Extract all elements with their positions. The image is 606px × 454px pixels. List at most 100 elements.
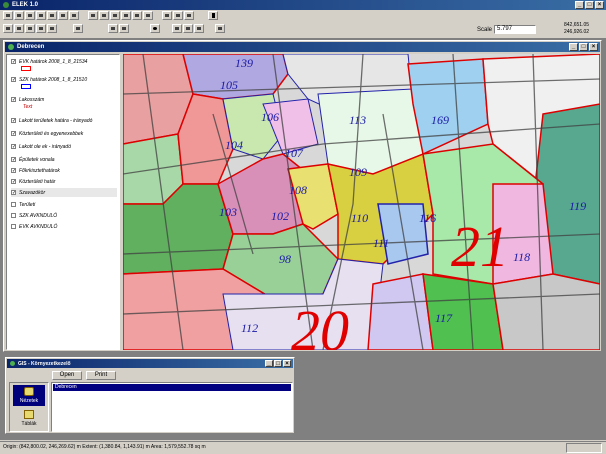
layer-checkbox[interactable]: ✓ bbox=[11, 157, 16, 163]
tool-zoom-in-2[interactable] bbox=[108, 24, 118, 33]
district-label: 98 bbox=[279, 252, 291, 266]
scale-input[interactable]: 5.797 bbox=[494, 25, 536, 34]
maximize-button[interactable]: □ bbox=[585, 1, 594, 9]
tool-layout[interactable] bbox=[215, 24, 225, 33]
tool-paste[interactable] bbox=[58, 11, 68, 20]
tool-zoom-layer[interactable] bbox=[99, 11, 109, 20]
document-list: Debrecen bbox=[51, 382, 293, 432]
gis-window-title-bar: GIS - Környezetkezelő _ □ × bbox=[7, 359, 293, 368]
legend-panel: ✓ EVK határok 2008_1_8_21534 ✓ SZK határok… bbox=[6, 54, 120, 350]
district-label-large: 20 bbox=[291, 298, 349, 350]
tool-select[interactable] bbox=[162, 11, 172, 20]
tool-help[interactable] bbox=[184, 11, 194, 20]
layer-checkbox[interactable]: ✓ bbox=[11, 131, 16, 137]
tool-pointer[interactable] bbox=[3, 24, 13, 33]
layer-item[interactable]: EVK AVKNDULÓ bbox=[11, 222, 57, 231]
layer-item[interactable]: ✓ SZK határok 2008_1_8_21510 bbox=[11, 75, 87, 84]
layer-checkbox[interactable] bbox=[11, 202, 16, 207]
tool-run[interactable] bbox=[208, 11, 218, 20]
layer-checkbox[interactable]: ✓ bbox=[11, 59, 16, 65]
map-close-button[interactable]: × bbox=[589, 43, 598, 51]
tool-label[interactable] bbox=[172, 24, 182, 33]
map-canvas[interactable]: 139 105 106 104 107 113 169 109 108 103 … bbox=[123, 54, 600, 350]
coord-x: 842,651.05 bbox=[564, 22, 590, 28]
map-svg: 139 105 106 104 107 113 169 109 108 103 … bbox=[123, 54, 600, 350]
layer-checkbox[interactable]: ✓ bbox=[11, 190, 16, 196]
layer-item-selected[interactable]: ✓ Szavazókör bbox=[11, 188, 117, 197]
layer-checkbox[interactable]: ✓ bbox=[11, 97, 16, 103]
tool-copy[interactable] bbox=[47, 11, 57, 20]
layer-checkbox[interactable]: ✓ bbox=[11, 144, 16, 150]
layer-item[interactable]: SZK AVKNDULÓ bbox=[11, 211, 57, 220]
district-label: 113 bbox=[349, 113, 366, 127]
layer-item[interactable]: ✓ Lakosszám bbox=[11, 95, 44, 104]
tables-tab[interactable]: Táblák bbox=[13, 408, 45, 429]
layer-checkbox[interactable]: ✓ bbox=[11, 118, 16, 124]
map-window-title-bar: Debrecen _ □ × bbox=[5, 42, 600, 52]
tool-zoom-in[interactable] bbox=[121, 11, 131, 20]
open-button[interactable]: Open bbox=[52, 371, 82, 380]
map-window: Debrecen _ □ × ✓ EVK határok 2008_1_8_215… bbox=[3, 40, 602, 352]
tool-zoom-out[interactable] bbox=[132, 11, 142, 20]
district-label: 109 bbox=[349, 165, 367, 179]
map-minimize-button[interactable]: _ bbox=[569, 43, 578, 51]
legend-swatch bbox=[21, 84, 31, 89]
district-label: 118 bbox=[513, 250, 530, 264]
status-text: Origin: (842,800.02, 246,269.62) m Exten… bbox=[3, 444, 206, 450]
tool-new[interactable] bbox=[3, 11, 13, 20]
layer-checkbox[interactable] bbox=[11, 213, 16, 218]
tool-pan[interactable] bbox=[73, 24, 83, 33]
tool-print[interactable] bbox=[69, 11, 79, 20]
gis-maximize-button[interactable]: □ bbox=[274, 360, 282, 367]
views-icon bbox=[24, 387, 34, 396]
district-label: 112 bbox=[241, 321, 258, 335]
map-maximize-button[interactable]: □ bbox=[579, 43, 588, 51]
tool-cut[interactable] bbox=[36, 11, 46, 20]
district-label: 116 bbox=[419, 211, 436, 225]
legend-swatch bbox=[21, 66, 31, 71]
tool-measure[interactable] bbox=[47, 24, 57, 33]
tool-zoom-prev[interactable] bbox=[143, 11, 153, 20]
tool-vertex[interactable] bbox=[14, 24, 24, 33]
tool-zoom-select[interactable] bbox=[110, 11, 120, 20]
minimize-button[interactable]: _ bbox=[575, 1, 584, 9]
window-icon bbox=[10, 361, 15, 366]
print-button[interactable]: Print bbox=[86, 371, 116, 380]
tool-find[interactable] bbox=[173, 11, 183, 20]
tables-icon bbox=[24, 410, 34, 419]
tool-zoom-full[interactable] bbox=[88, 11, 98, 20]
views-sidebar: Nézetek Táblák bbox=[9, 382, 49, 432]
tool-draw[interactable] bbox=[36, 24, 46, 33]
gis-minimize-button[interactable]: _ bbox=[265, 360, 273, 367]
tool-zoom-out-2[interactable] bbox=[119, 24, 129, 33]
tool-identify[interactable] bbox=[150, 24, 160, 33]
layer-checkbox[interactable]: ✓ bbox=[11, 168, 16, 174]
status-panel bbox=[566, 443, 602, 453]
window-icon bbox=[8, 44, 14, 50]
tool-chart[interactable] bbox=[194, 24, 204, 33]
layer-item[interactable]: ✓ Épületek vonala bbox=[11, 155, 55, 164]
close-button[interactable]: × bbox=[595, 1, 604, 9]
layer-item[interactable]: ✓ Lakott területek határa - irányadó bbox=[11, 116, 92, 125]
tool-table[interactable] bbox=[183, 24, 193, 33]
tool-open[interactable] bbox=[14, 11, 24, 20]
list-item-selected[interactable]: Debrecen bbox=[53, 384, 291, 391]
layer-checkbox[interactable] bbox=[11, 224, 16, 229]
app-icon bbox=[3, 2, 9, 8]
toolbar: Scale 1: 5.797 842,651.05 246,926.02 bbox=[0, 10, 606, 38]
tool-text[interactable] bbox=[25, 24, 35, 33]
gis-close-button[interactable]: × bbox=[283, 360, 291, 367]
district-label: 119 bbox=[569, 199, 586, 213]
layer-item[interactable]: ✓ Főkrkisztethatárok bbox=[11, 166, 60, 175]
gis-window-title: GIS - Környezetkezelő bbox=[18, 360, 71, 367]
layer-checkbox[interactable]: ✓ bbox=[11, 77, 16, 83]
layer-item[interactable]: ✓ Közterületi és egyenexebbek bbox=[11, 129, 83, 138]
layer-item[interactable]: ✓ EVK határok 2008_1_8_21534 bbox=[11, 57, 87, 66]
views-tab[interactable]: Nézetek bbox=[13, 385, 45, 406]
map-window-title: Debrecen bbox=[17, 44, 45, 50]
layer-item[interactable]: ✓ Közterületi határ bbox=[11, 177, 55, 186]
layer-checkbox[interactable]: ✓ bbox=[11, 179, 16, 185]
layer-item[interactable]: ✓ Lakott ole ek - irányadó bbox=[11, 142, 71, 151]
layer-item[interactable]: Területi bbox=[11, 200, 35, 209]
tool-save[interactable] bbox=[25, 11, 35, 20]
